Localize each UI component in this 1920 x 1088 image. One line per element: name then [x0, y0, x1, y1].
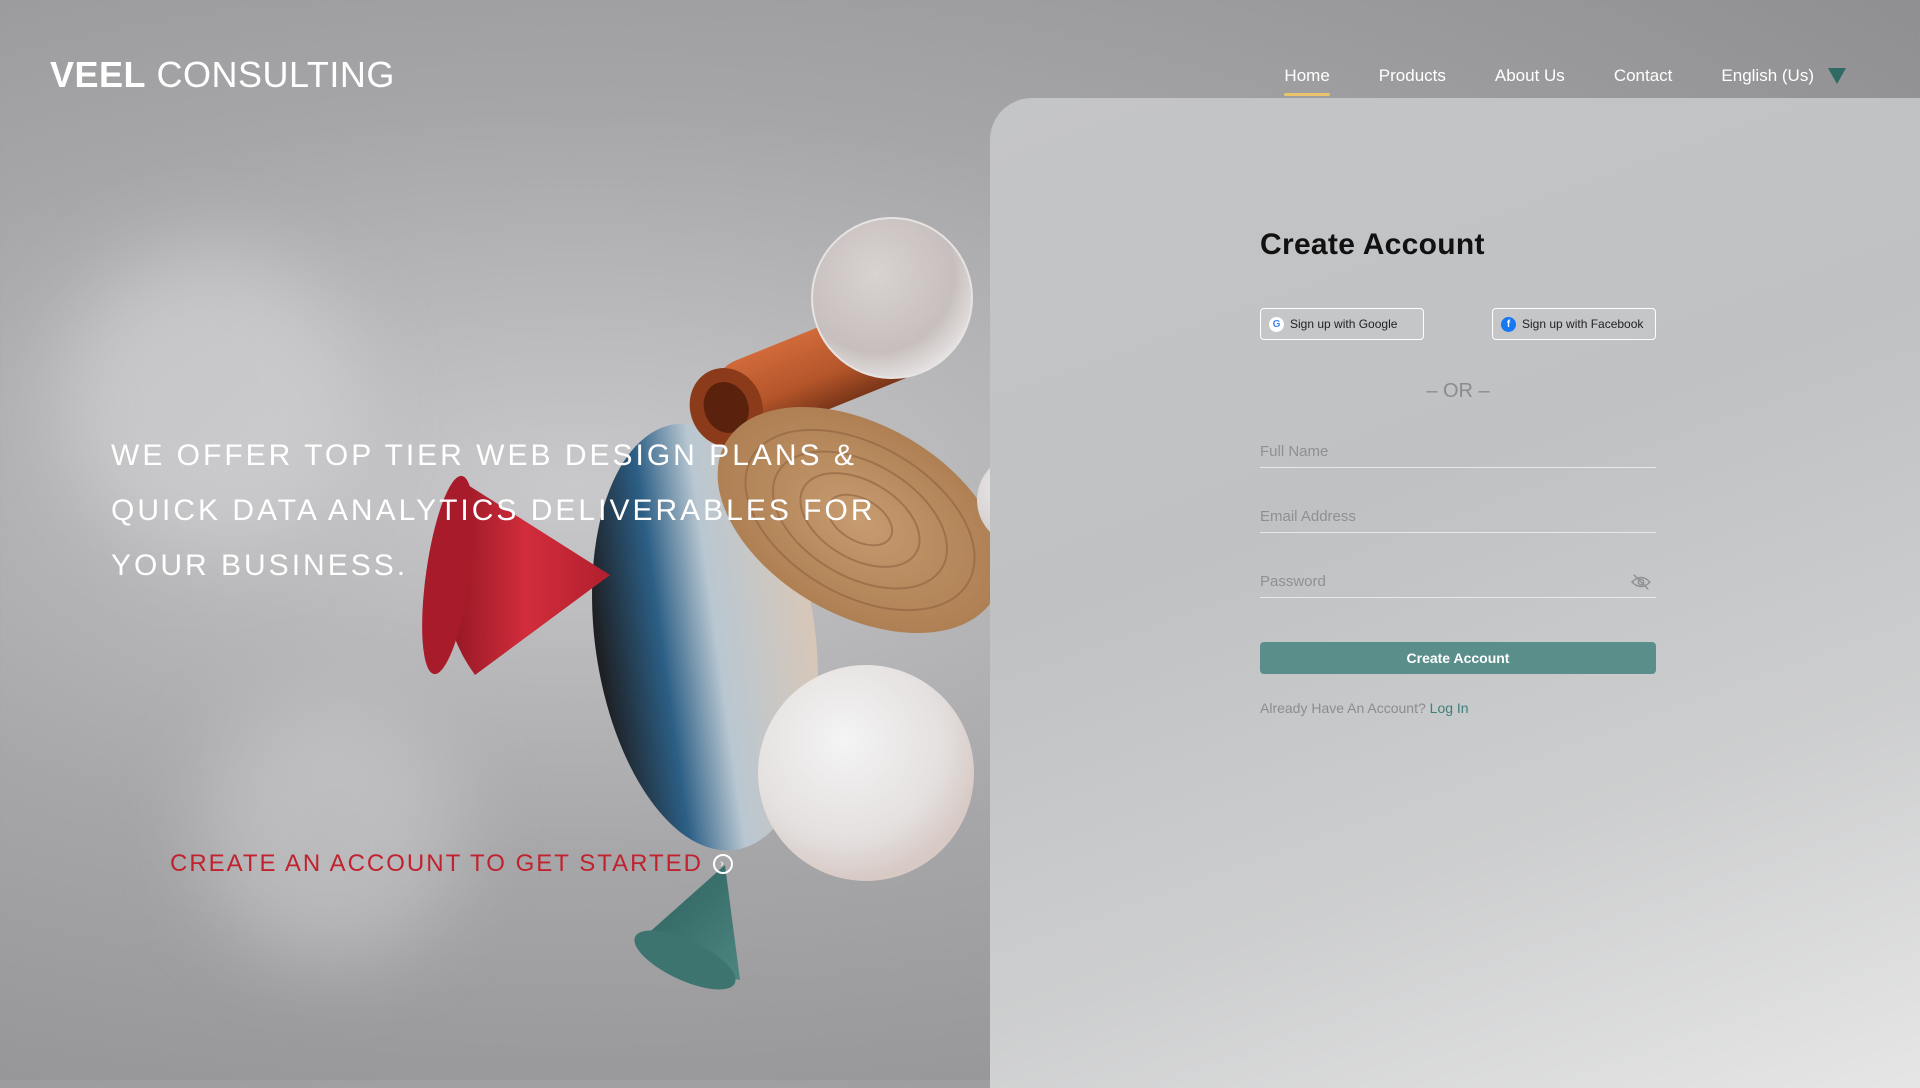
- social-signup-row: G Sign up with Google f Sign up with Fac…: [1260, 308, 1656, 340]
- brand-logo-light: CONSULTING: [156, 54, 395, 95]
- password-field-wrapper: [1260, 573, 1656, 598]
- facebook-icon: f: [1501, 316, 1516, 332]
- or-divider: – OR –: [1426, 380, 1490, 402]
- hero-line: quick data analytics deliverables for: [111, 494, 876, 527]
- password-input[interactable]: [1260, 573, 1656, 590]
- create-account-cta[interactable]: Create an account to get started ›: [170, 850, 733, 878]
- facebook-signup-button[interactable]: f Sign up with Facebook: [1492, 308, 1656, 340]
- google-signup-button[interactable]: G Sign up with Google: [1260, 308, 1424, 340]
- full-name-input[interactable]: [1260, 443, 1656, 460]
- arrow-circle-icon: ›: [712, 854, 733, 874]
- google-icon: G: [1269, 316, 1284, 332]
- chevron-down-icon: [1828, 68, 1846, 84]
- create-account-button[interactable]: Create Account: [1260, 642, 1656, 674]
- language-label: English (Us): [1721, 66, 1814, 85]
- language-selector[interactable]: English (Us): [1721, 66, 1846, 86]
- nav-about-us[interactable]: About Us: [1495, 66, 1565, 86]
- cta-label: Create an account to get started: [170, 850, 703, 877]
- form-title: Create Account: [1260, 228, 1485, 261]
- brand-logo-bold: VEEL: [50, 54, 147, 95]
- nav-home[interactable]: Home: [1284, 66, 1331, 96]
- brand-logo[interactable]: VEEL CONSULTING: [50, 54, 395, 96]
- email-input[interactable]: [1260, 508, 1656, 525]
- signup-form: Create Account G Sign up with Google f S…: [1260, 228, 1656, 716]
- email-field-wrapper: [1260, 508, 1656, 533]
- hero-line: your business.: [111, 549, 409, 582]
- eye-off-icon[interactable]: [1630, 573, 1652, 591]
- hero-headline: We offer top tier web design plans & qui…: [111, 428, 876, 593]
- login-prompt-text: Already Have An Account?: [1260, 700, 1426, 716]
- hero-line: We offer top tier web design plans &: [111, 439, 857, 472]
- login-link[interactable]: Log In: [1430, 700, 1469, 716]
- full-name-field-wrapper: [1260, 443, 1656, 468]
- nav-products[interactable]: Products: [1379, 66, 1446, 86]
- main-nav: Home Products About Us Contact English (…: [1235, 66, 1846, 96]
- google-signup-label: Sign up with Google: [1290, 317, 1398, 331]
- nav-contact[interactable]: Contact: [1614, 66, 1673, 86]
- login-prompt-row: Already Have An Account? Log In: [1260, 700, 1656, 716]
- facebook-signup-label: Sign up with Facebook: [1522, 317, 1644, 331]
